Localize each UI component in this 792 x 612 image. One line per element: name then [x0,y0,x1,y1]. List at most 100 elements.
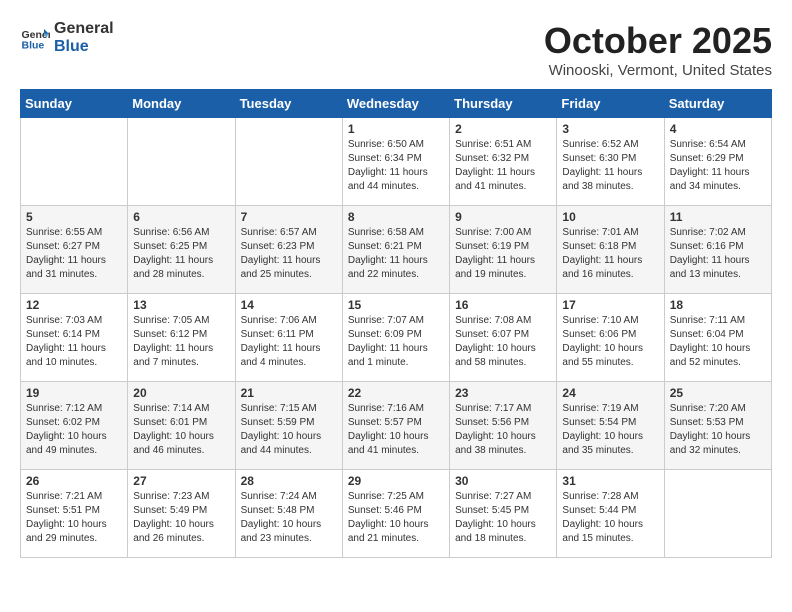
day-number: 18 [670,298,766,312]
day-number: 15 [348,298,444,312]
day-info: Sunrise: 7:20 AM Sunset: 5:53 PM Dayligh… [670,402,766,458]
day-cell: 26Sunrise: 7:21 AM Sunset: 5:51 PM Dayli… [21,470,128,558]
day-info: Sunrise: 7:02 AM Sunset: 6:16 PM Dayligh… [670,226,766,282]
day-info: Sunrise: 7:21 AM Sunset: 5:51 PM Dayligh… [26,490,122,546]
day-info: Sunrise: 7:11 AM Sunset: 6:04 PM Dayligh… [670,314,766,370]
day-number: 25 [670,386,766,400]
logo: General Blue General Blue [20,20,114,55]
logo-icon: General Blue [20,23,50,53]
day-info: Sunrise: 7:14 AM Sunset: 6:01 PM Dayligh… [133,402,229,458]
day-info: Sunrise: 6:55 AM Sunset: 6:27 PM Dayligh… [26,226,122,282]
day-number: 8 [348,210,444,224]
day-info: Sunrise: 7:23 AM Sunset: 5:49 PM Dayligh… [133,490,229,546]
day-cell: 9 Sunrise: 7:00 AM Sunset: 6:19 PM Daylig… [450,206,557,294]
day-info: Sunrise: 6:58 AM Sunset: 6:21 PM Dayligh… [348,226,444,282]
day-cell: 30 Sunrise: 7:27 AM Sunset: 5:45 PM Dayli… [450,470,557,558]
day-cell [664,470,771,558]
day-number: 2 [455,122,551,136]
week-row-5: 26Sunrise: 7:21 AM Sunset: 5:51 PM Dayli… [21,470,772,558]
day-number: 19 [26,386,122,400]
weekday-header-thursday: Thursday [450,90,557,118]
day-cell: 8 Sunrise: 6:58 AM Sunset: 6:21 PM Daylig… [342,206,449,294]
day-number: 3 [562,122,658,136]
day-info: Sunrise: 7:00 AM Sunset: 6:19 PM Dayligh… [455,226,551,282]
day-number: 20 [133,386,229,400]
week-row-1: 1 Sunrise: 6:50 AM Sunset: 6:34 PM Daylig… [21,118,772,206]
day-info: Sunrise: 7:01 AM Sunset: 6:18 PM Dayligh… [562,226,658,282]
day-cell: 5Sunrise: 6:55 AM Sunset: 6:27 PM Daylig… [21,206,128,294]
day-cell: 11 Sunrise: 7:02 AM Sunset: 6:16 PM Dayli… [664,206,771,294]
day-cell: 21Sunrise: 7:15 AM Sunset: 5:59 PM Dayli… [235,382,342,470]
day-info: Sunrise: 6:56 AM Sunset: 6:25 PM Dayligh… [133,226,229,282]
day-cell: 29 Sunrise: 7:25 AM Sunset: 5:46 PM Dayli… [342,470,449,558]
day-cell [21,118,128,206]
weekday-header-row: SundayMondayTuesdayWednesdayThursdayFrid… [21,90,772,118]
day-info: Sunrise: 7:08 AM Sunset: 6:07 PM Dayligh… [455,314,551,370]
day-number: 10 [562,210,658,224]
day-number: 27 [133,474,229,488]
day-number: 22 [348,386,444,400]
day-number: 14 [241,298,337,312]
day-info: Sunrise: 7:12 AM Sunset: 6:02 PM Dayligh… [26,402,122,458]
day-number: 28 [241,474,337,488]
day-info: Sunrise: 6:50 AM Sunset: 6:34 PM Dayligh… [348,138,444,194]
day-info: Sunrise: 7:24 AM Sunset: 5:48 PM Dayligh… [241,490,337,546]
day-cell: 18 Sunrise: 7:11 AM Sunset: 6:04 PM Dayli… [664,294,771,382]
day-info: Sunrise: 7:03 AM Sunset: 6:14 PM Dayligh… [26,314,122,370]
day-number: 31 [562,474,658,488]
day-cell: 4Sunrise: 6:54 AM Sunset: 6:29 PM Daylig… [664,118,771,206]
day-cell: 16Sunrise: 7:08 AM Sunset: 6:07 PM Dayli… [450,294,557,382]
day-info: Sunrise: 7:07 AM Sunset: 6:09 PM Dayligh… [348,314,444,370]
day-number: 30 [455,474,551,488]
day-cell: 31 Sunrise: 7:28 AM Sunset: 5:44 PM Dayli… [557,470,664,558]
day-info: Sunrise: 7:25 AM Sunset: 5:46 PM Dayligh… [348,490,444,546]
day-cell: 6 Sunrise: 6:56 AM Sunset: 6:25 PM Daylig… [128,206,235,294]
logo-blue-text: Blue [54,38,114,56]
day-number: 29 [348,474,444,488]
day-info: Sunrise: 7:27 AM Sunset: 5:45 PM Dayligh… [455,490,551,546]
title-area: October 2025 Winooski, Vermont, United S… [544,20,772,79]
day-info: Sunrise: 6:57 AM Sunset: 6:23 PM Dayligh… [241,226,337,282]
day-info: Sunrise: 7:19 AM Sunset: 5:54 PM Dayligh… [562,402,658,458]
day-number: 12 [26,298,122,312]
day-number: 21 [241,386,337,400]
day-cell: 22Sunrise: 7:16 AM Sunset: 5:57 PM Dayli… [342,382,449,470]
day-cell: 12 Sunrise: 7:03 AM Sunset: 6:14 PM Dayli… [21,294,128,382]
day-info: Sunrise: 7:28 AM Sunset: 5:44 PM Dayligh… [562,490,658,546]
logo-text: General Blue [54,20,114,55]
weekday-header-friday: Friday [557,90,664,118]
week-row-2: 5Sunrise: 6:55 AM Sunset: 6:27 PM Daylig… [21,206,772,294]
day-number: 9 [455,210,551,224]
page-header: General Blue General Blue October 2025 W… [20,20,772,79]
day-cell: 28 Sunrise: 7:24 AM Sunset: 5:48 PM Dayli… [235,470,342,558]
day-cell: 20 Sunrise: 7:14 AM Sunset: 6:01 PM Dayli… [128,382,235,470]
day-cell: 3Sunrise: 6:52 AM Sunset: 6:30 PM Daylig… [557,118,664,206]
day-cell: 17Sunrise: 7:10 AM Sunset: 6:06 PM Dayli… [557,294,664,382]
location-text: Winooski, Vermont, United States [544,62,772,79]
day-cell: 2Sunrise: 6:51 AM Sunset: 6:32 PM Daylig… [450,118,557,206]
day-cell: 19 Sunrise: 7:12 AM Sunset: 6:02 PM Dayli… [21,382,128,470]
day-number: 24 [562,386,658,400]
logo-general-text: General [54,20,114,38]
day-cell [128,118,235,206]
day-number: 6 [133,210,229,224]
day-cell: 10 Sunrise: 7:01 AM Sunset: 6:18 PM Dayli… [557,206,664,294]
day-number: 1 [348,122,444,136]
day-cell [235,118,342,206]
day-info: Sunrise: 7:06 AM Sunset: 6:11 PM Dayligh… [241,314,337,370]
svg-text:Blue: Blue [22,39,45,51]
day-cell: 27 Sunrise: 7:23 AM Sunset: 5:49 PM Dayli… [128,470,235,558]
day-number: 13 [133,298,229,312]
week-row-3: 12 Sunrise: 7:03 AM Sunset: 6:14 PM Dayli… [21,294,772,382]
day-info: Sunrise: 6:54 AM Sunset: 6:29 PM Dayligh… [670,138,766,194]
day-cell: 1 Sunrise: 6:50 AM Sunset: 6:34 PM Daylig… [342,118,449,206]
day-cell: 7Sunrise: 6:57 AM Sunset: 6:23 PM Daylig… [235,206,342,294]
week-row-4: 19 Sunrise: 7:12 AM Sunset: 6:02 PM Dayli… [21,382,772,470]
day-cell: 14 Sunrise: 7:06 AM Sunset: 6:11 PM Dayli… [235,294,342,382]
month-title: October 2025 [544,20,772,62]
day-cell: 25 Sunrise: 7:20 AM Sunset: 5:53 PM Dayli… [664,382,771,470]
weekday-header-tuesday: Tuesday [235,90,342,118]
weekday-header-wednesday: Wednesday [342,90,449,118]
weekday-header-saturday: Saturday [664,90,771,118]
day-number: 11 [670,210,766,224]
